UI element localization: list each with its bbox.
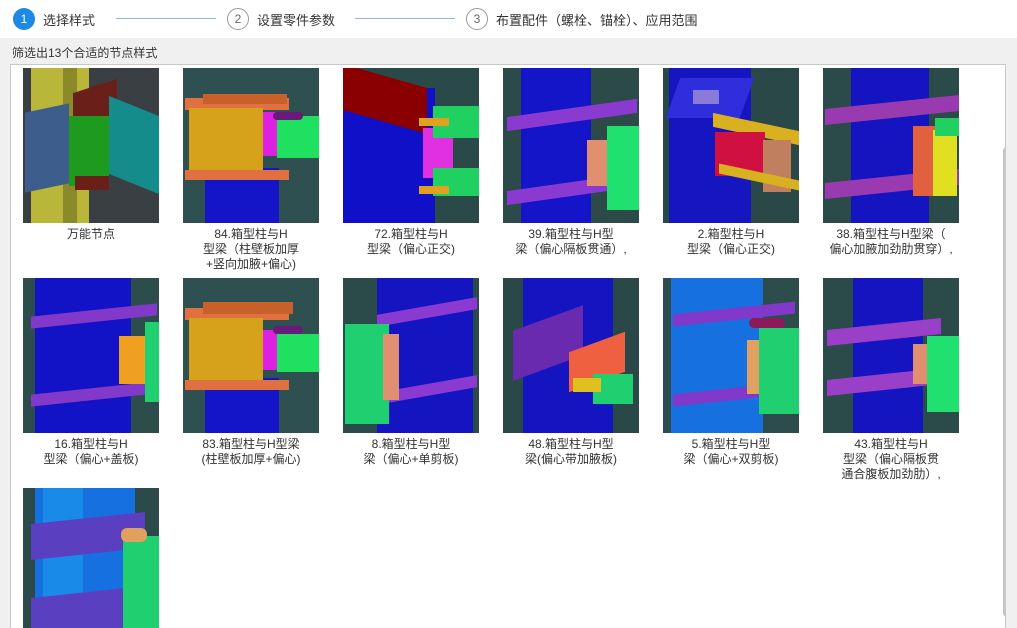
step-3[interactable]: 3 布置配件（螺栓、锚栓）、应用范围 — [466, 7, 698, 31]
step-1-label: 选择样式 — [43, 12, 96, 28]
filter-result-text: 筛选出13个合适的节点样式 — [12, 46, 158, 60]
node-card[interactable]: 万能节点 — [11, 68, 171, 242]
vertical-scrollbar[interactable] — [1003, 147, 1005, 617]
step-3-number: 3 — [466, 8, 488, 30]
node-caption: 8.箱型柱与H型 梁（偏心+单剪板) — [363, 437, 459, 466]
node-thumbnail — [23, 68, 159, 223]
node-caption: 83.箱型柱与H型梁 (柱壁板加厚+偏心) — [201, 437, 301, 466]
step-connector-2 — [355, 18, 455, 19]
node-thumbnail — [23, 278, 159, 433]
node-card[interactable]: 83.箱型柱与H型梁 (柱壁板加厚+偏心) — [171, 278, 331, 467]
node-card[interactable]: 84.箱型柱与H 型梁（柱壁板加厚 +竖向加腋+偏心) — [171, 68, 331, 272]
node-card[interactable]: 38.箱型柱与H型梁（ 偏心加腋加劲肋贯穿）, — [811, 68, 971, 257]
node-card[interactable]: 43.箱型柱与H 型梁（偏心隔板贯 通合腹板加劲肋）, — [811, 278, 971, 482]
node-card[interactable]: 5.箱型柱与H型 梁（偏心+双剪板) — [651, 278, 811, 467]
node-caption: 38.箱型柱与H型梁（ 偏心加腋加劲肋贯穿）, — [829, 227, 953, 256]
node-caption: 43.箱型柱与H 型梁（偏心隔板贯 通合腹板加劲肋）, — [841, 437, 941, 481]
node-card[interactable]: 39.箱型柱与H型 梁（偏心隔板贯通）, — [491, 68, 651, 257]
node-thumbnail — [343, 278, 479, 433]
node-caption: 2.箱型柱与H 型梁（偏心正交) — [687, 227, 775, 256]
step-1-number: 1 — [13, 8, 35, 30]
node-caption: 5.箱型柱与H型 梁（偏心+双剪板) — [683, 437, 779, 466]
node-style-gallery: 万能节点 84.箱型柱与H 型梁（柱壁板加厚 +竖向加腋+偏心) 72.箱型柱与… — [10, 64, 1006, 628]
node-thumbnail — [823, 278, 959, 433]
step-2[interactable]: 2 设置零件参数 — [227, 7, 335, 31]
node-caption: 84.箱型柱与H 型梁（柱壁板加厚 +竖向加腋+偏心) — [202, 227, 299, 271]
node-thumbnail — [343, 68, 479, 223]
node-thumbnail — [503, 278, 639, 433]
step-2-number: 2 — [227, 8, 249, 30]
node-card[interactable]: 8.箱型柱与H型 梁（偏心+单剪板) — [331, 278, 491, 467]
node-thumbnail — [183, 68, 319, 223]
node-caption: 48.箱型柱与H型 梁(偏心带加腋板) — [525, 437, 617, 466]
node-caption: 39.箱型柱与H型 梁（偏心隔板贯通）, — [515, 227, 627, 256]
node-thumbnail — [823, 68, 959, 223]
step-connector-1 — [116, 18, 216, 19]
node-card[interactable]: 16.箱型柱与H 型梁（偏心+盖板) — [11, 278, 171, 467]
node-card[interactable]: 48.箱型柱与H型 梁(偏心带加腋板) — [491, 278, 651, 467]
node-thumbnail — [503, 68, 639, 223]
node-thumbnail — [23, 488, 159, 628]
node-caption: 16.箱型柱与H 型梁（偏心+盖板) — [43, 437, 139, 466]
node-caption: 万能节点 — [66, 227, 115, 241]
step-2-label: 设置零件参数 — [257, 12, 336, 28]
node-thumbnail — [663, 278, 799, 433]
wizard-steps: 1 选择样式 2 设置零件参数 3 布置配件（螺栓、锚栓）、应用范围 — [0, 0, 1017, 38]
node-card[interactable]: 2.箱型柱与H 型梁（偏心正交) — [651, 68, 811, 257]
step-3-label: 布置配件（螺栓、锚栓）、应用范围 — [496, 12, 698, 28]
node-card[interactable]: 72.箱型柱与H 型梁（偏心正交) — [331, 68, 491, 257]
step-1[interactable]: 1 选择样式 — [13, 7, 95, 31]
node-caption: 72.箱型柱与H 型梁（偏心正交) — [367, 227, 455, 256]
node-thumbnail — [183, 278, 319, 433]
node-card[interactable] — [11, 488, 171, 628]
node-thumbnail — [663, 68, 799, 223]
